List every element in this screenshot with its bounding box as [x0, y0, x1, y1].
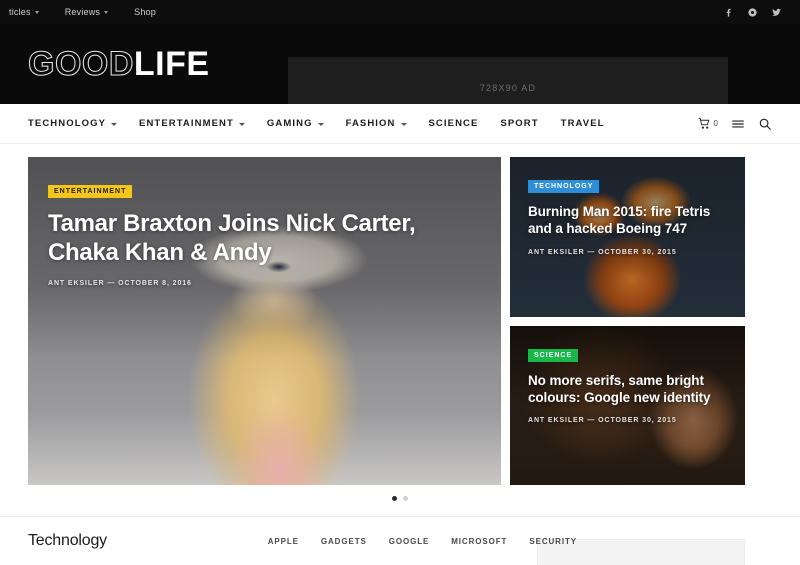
hero-card-title[interactable]: No more serifs, same bright colours: Goo…	[528, 372, 729, 407]
cart-count: 0	[713, 119, 718, 128]
nav-item-technology[interactable]: TECHNOLOGY	[28, 118, 139, 129]
section-header: Technology APPLE GADGETS GOOGLE MICROSOF…	[28, 532, 745, 550]
section-filter-list: APPLE GADGETS GOOGLE MICROSOFT SECURITY	[268, 537, 745, 546]
chevron-down-icon	[34, 11, 39, 14]
nav-item-travel[interactable]: TRAVEL	[561, 118, 627, 129]
ad-banner-label: 728X90 AD	[479, 83, 537, 93]
nav-item-label: FASHION	[345, 118, 396, 129]
section-filter-microsoft[interactable]: MICROSOFT	[451, 537, 507, 546]
facebook-icon[interactable]	[723, 7, 734, 18]
chevron-down-icon	[400, 122, 407, 126]
hero-featured-title[interactable]: Tamar Braxton Joins Nick Carter, Chaka K…	[48, 209, 448, 268]
nav-item-entertainment[interactable]: ENTERTAINMENT	[139, 118, 267, 129]
nav-item-label: TECHNOLOGY	[28, 118, 107, 129]
nav-icon-group: 0	[698, 117, 772, 131]
carousel-dot-2[interactable]	[403, 496, 408, 501]
hero-card-meta: ANT EKSILER — OCTOBER 30, 2015	[528, 417, 677, 425]
carousel-dot-1[interactable]	[392, 496, 397, 501]
hero-card-meta: ANT EKSILER — OCTOBER 30, 2015	[528, 248, 677, 256]
category-badge-science[interactable]: SCIENCE	[528, 348, 579, 362]
menu-button[interactable]	[731, 117, 745, 131]
nav-item-label: TRAVEL	[560, 118, 605, 129]
nav-item-label: ENTERTAINMENT	[139, 118, 234, 129]
chevron-down-icon	[238, 122, 245, 126]
hero-card-content: SCIENCE No more serifs, same bright colo…	[528, 344, 729, 425]
nav-item-gaming[interactable]: GAMING	[267, 118, 346, 129]
hero-featured-article[interactable]: ENTERTAINMENT Tamar Braxton Joins Nick C…	[28, 157, 501, 485]
nav-item-label: SCIENCE	[428, 118, 479, 129]
topnav-item-label: Shop	[134, 7, 156, 17]
section-filter-apple[interactable]: APPLE	[268, 537, 299, 546]
section-filter-google[interactable]: GOOGLE	[389, 537, 430, 546]
twitter-icon[interactable]	[771, 7, 782, 18]
nav-item-fashion[interactable]: FASHION	[346, 118, 429, 129]
logo-text-good: GOOD	[28, 45, 134, 83]
main-navigation: TECHNOLOGY ENTERTAINMENT GAMING FASHION …	[0, 104, 800, 144]
social-links	[723, 7, 790, 18]
chevron-down-icon	[111, 122, 118, 126]
nav-item-label: GAMING	[266, 118, 313, 129]
chevron-down-icon	[104, 11, 109, 14]
hero-card-technology[interactable]: TECHNOLOGY Burning Man 2015: fire Tetris…	[510, 157, 745, 317]
topnav-item-reviews[interactable]: Reviews	[52, 7, 121, 17]
nav-item-sport[interactable]: SPORT	[500, 118, 560, 129]
search-icon	[759, 118, 771, 130]
hamburger-menu-icon	[732, 120, 744, 127]
topnav-item-label: Reviews	[64, 7, 101, 17]
cart-button[interactable]: 0	[698, 117, 718, 130]
top-bar: ticles Reviews Shop	[0, 0, 800, 24]
carousel-pagination	[0, 496, 800, 501]
category-badge-entertainment[interactable]: ENTERTAINMENT	[48, 185, 133, 198]
top-bar-nav: ticles Reviews Shop	[0, 7, 169, 17]
category-badge-technology[interactable]: TECHNOLOGY	[528, 180, 600, 193]
logo-text-life: LIFE	[133, 45, 210, 83]
nav-item-label: SPORT	[500, 118, 539, 129]
section-filter-security[interactable]: SECURITY	[529, 537, 577, 546]
topnav-item-articles[interactable]: ticles	[0, 7, 52, 17]
site-logo[interactable]: GOOD LIFE	[28, 45, 210, 83]
pinterest-icon[interactable]	[747, 7, 758, 18]
cart-icon	[698, 118, 709, 129]
hero-card-content: TECHNOLOGY Burning Man 2015: fire Tetris…	[528, 175, 729, 256]
main-nav-list: TECHNOLOGY ENTERTAINMENT GAMING FASHION …	[28, 118, 627, 129]
section-divider	[0, 516, 800, 517]
masthead: GOOD LIFE 728X90 AD	[0, 24, 800, 119]
page-root: ticles Reviews Shop GOOD LIFE 728X90 AD …	[0, 0, 800, 565]
topnav-item-shop[interactable]: Shop	[121, 7, 169, 17]
hero-side-column: TECHNOLOGY Burning Man 2015: fire Tetris…	[510, 157, 745, 485]
nav-item-science[interactable]: SCIENCE	[429, 118, 501, 129]
section-filter-gadgets[interactable]: GADGETS	[321, 537, 367, 546]
hero-card-science[interactable]: SCIENCE No more serifs, same bright colo…	[510, 325, 745, 485]
hero-featured-meta: ANT EKSILER — OCTOBER 8, 2016	[48, 279, 192, 287]
section-title: Technology	[28, 532, 107, 549]
chevron-down-icon	[317, 122, 324, 126]
topnav-item-label: ticles	[9, 7, 31, 17]
search-button[interactable]	[758, 117, 772, 131]
hero-carousel: ENTERTAINMENT Tamar Braxton Joins Nick C…	[28, 157, 745, 485]
hero-featured-content: ENTERTAINMENT Tamar Braxton Joins Nick C…	[48, 180, 471, 287]
hero-card-title[interactable]: Burning Man 2015: fire Tetris and a hack…	[528, 203, 729, 238]
